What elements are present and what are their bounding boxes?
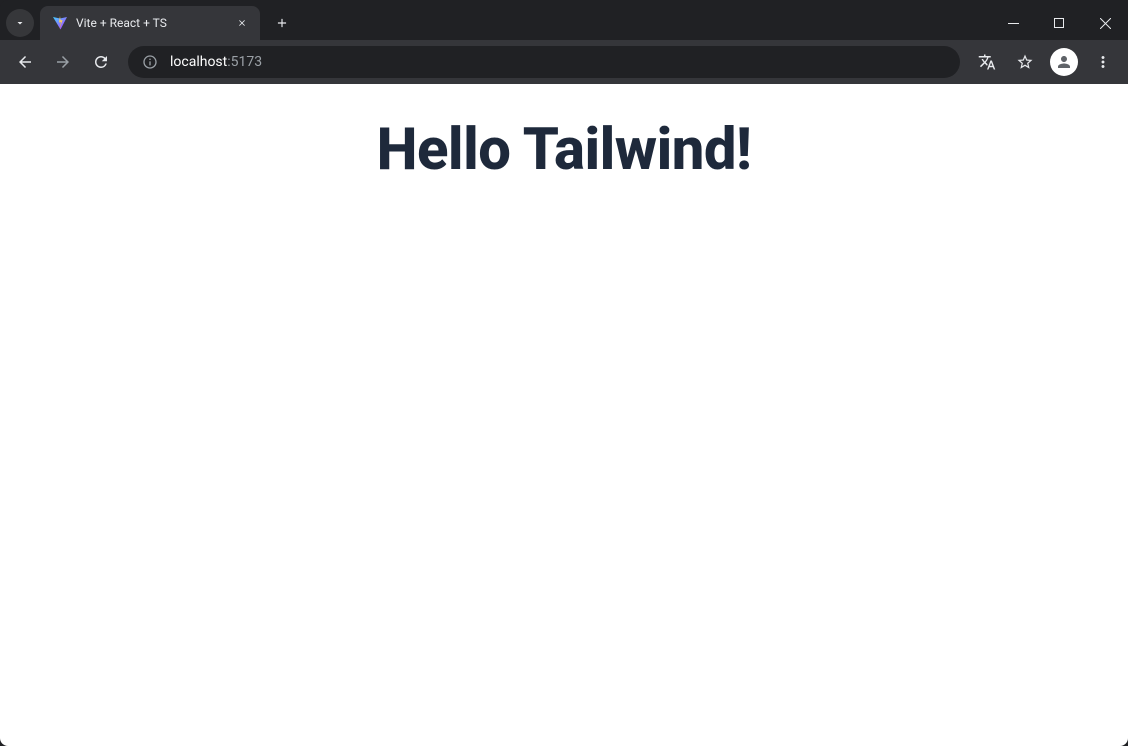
translate-button[interactable]	[970, 45, 1004, 79]
maximize-icon	[1054, 18, 1064, 28]
bookmark-button[interactable]	[1008, 45, 1042, 79]
chevron-down-icon	[14, 17, 26, 29]
url-host: localhost	[170, 54, 227, 70]
profile-button[interactable]	[1050, 48, 1078, 76]
active-tab[interactable]: Vite + React + TS	[40, 6, 260, 40]
minimize-icon	[1008, 18, 1019, 29]
person-icon	[1055, 53, 1073, 71]
site-info-button[interactable]	[140, 52, 160, 72]
arrow-left-icon	[16, 53, 34, 71]
reload-button[interactable]	[84, 45, 118, 79]
tab-search-button[interactable]	[6, 9, 34, 37]
tab-close-button[interactable]	[234, 15, 250, 31]
more-vert-icon	[1094, 53, 1112, 71]
close-window-button[interactable]	[1082, 6, 1128, 40]
address-bar[interactable]: localhost:5173	[128, 46, 960, 78]
page-content: Hello Tailwind!	[0, 84, 1128, 746]
new-tab-button[interactable]	[268, 9, 296, 37]
minimize-button[interactable]	[990, 6, 1036, 40]
arrow-right-icon	[54, 53, 72, 71]
info-icon	[142, 54, 158, 70]
close-icon	[1100, 18, 1111, 29]
url-port: :5173	[227, 54, 262, 70]
reload-icon	[92, 53, 110, 71]
plus-icon	[275, 16, 289, 30]
url-text: localhost:5173	[170, 54, 948, 70]
tab-bar: Vite + React + TS	[0, 6, 1128, 40]
back-button[interactable]	[8, 45, 42, 79]
menu-button[interactable]	[1086, 45, 1120, 79]
close-icon	[237, 18, 247, 28]
page-heading: Hello Tailwind!	[0, 116, 1128, 184]
toolbar: localhost:5173	[0, 40, 1128, 84]
star-icon	[1016, 53, 1034, 71]
translate-icon	[978, 53, 996, 71]
browser-chrome: Vite + React + TS	[0, 0, 1128, 84]
forward-button[interactable]	[46, 45, 80, 79]
maximize-button[interactable]	[1036, 6, 1082, 40]
window-controls	[990, 6, 1128, 40]
tab-title: Vite + React + TS	[76, 16, 234, 30]
vite-favicon-icon	[52, 15, 68, 31]
